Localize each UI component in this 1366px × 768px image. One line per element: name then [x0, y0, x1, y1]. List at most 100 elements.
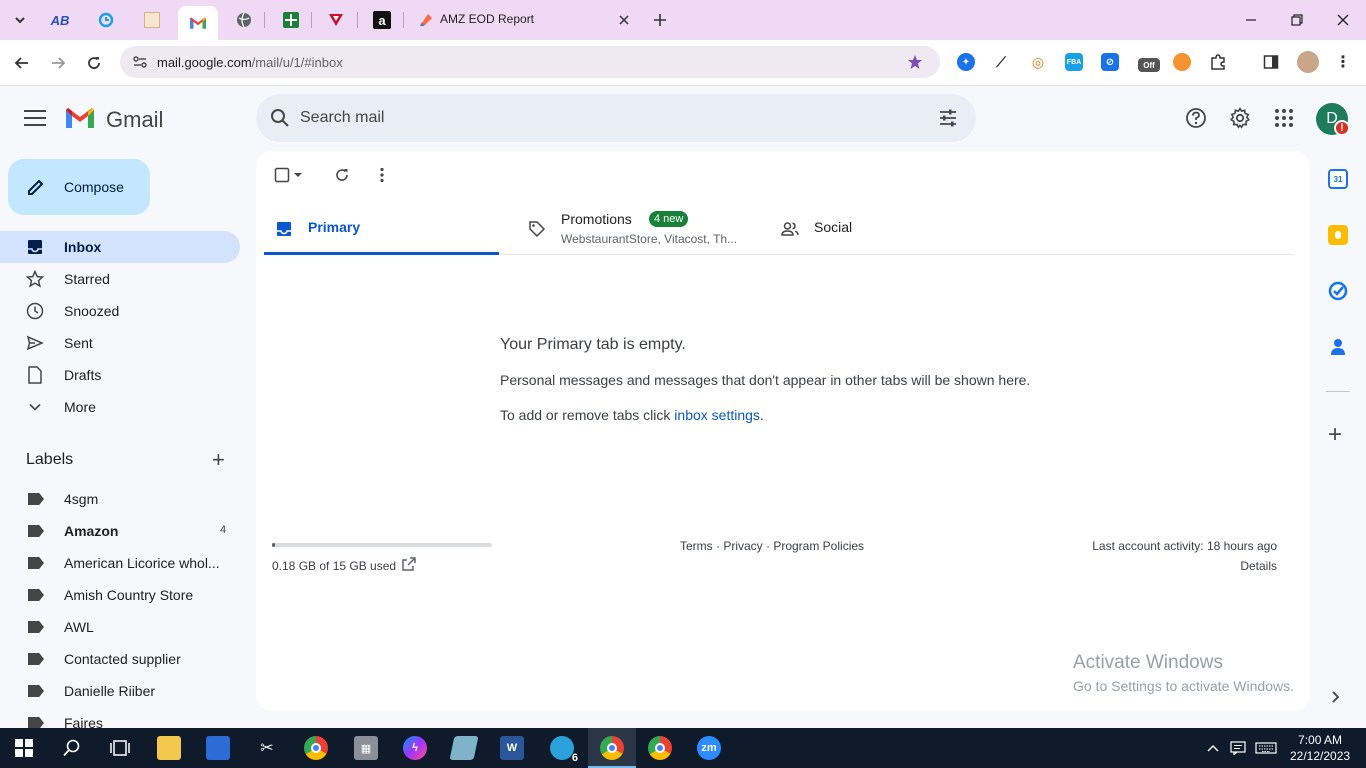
notification-message-icon[interactable] — [1228, 736, 1248, 760]
extension-swirl-icon[interactable]: ◎ — [1029, 53, 1047, 71]
tab-vee-icon[interactable] — [324, 8, 348, 32]
label-item[interactable]: Faires — [0, 707, 240, 728]
tab-ab-icon[interactable]: AB — [48, 8, 72, 32]
taskbar-snip-icon[interactable]: ✂ — [255, 736, 279, 760]
label-item[interactable]: 4sgm — [0, 483, 240, 515]
taskbar-app-window-icon[interactable] — [206, 736, 230, 760]
sidebar-item-sent[interactable]: Sent — [0, 327, 240, 359]
file-explorer-icon[interactable] — [157, 736, 181, 760]
back-button[interactable] — [10, 51, 34, 75]
tray-chevron-up-icon[interactable] — [1204, 736, 1222, 760]
contacts-app-icon[interactable] — [1328, 337, 1348, 357]
label-item[interactable]: Contacted supplier — [0, 643, 240, 675]
compose-button[interactable]: Compose — [8, 159, 150, 215]
tab-globe-icon[interactable] — [232, 8, 256, 32]
activity-details-link[interactable]: Details — [1240, 559, 1277, 573]
label-item[interactable]: Danielle Riiber — [0, 675, 240, 707]
bookmark-star-icon[interactable] — [907, 54, 923, 70]
calendar-app-icon[interactable]: 31 — [1328, 169, 1348, 189]
forward-button[interactable] — [46, 51, 70, 75]
keep-app-icon[interactable] — [1328, 225, 1348, 245]
select-all-checkbox[interactable] — [272, 165, 292, 185]
label-item[interactable]: Amazon 4 — [0, 515, 240, 547]
extension-off-badge[interactable]: Off — [1138, 58, 1160, 72]
chrome-profile-2-icon[interactable] — [648, 736, 672, 760]
extension-pen-icon[interactable]: ⟋ — [992, 53, 1010, 71]
minimize-button[interactable] — [1236, 8, 1266, 32]
gmail-logo-text[interactable]: Gmail — [106, 107, 163, 133]
sidebar-item-drafts[interactable]: Drafts — [0, 359, 240, 391]
support-icon[interactable] — [1184, 106, 1208, 130]
search-options-icon[interactable] — [938, 108, 958, 128]
chrome-icon[interactable] — [304, 736, 328, 760]
taskbar-crystal-icon[interactable] — [449, 736, 479, 760]
tab-search-button[interactable] — [8, 8, 32, 32]
people-icon — [780, 219, 800, 239]
label-item[interactable]: American Licorice whol... — [0, 547, 240, 579]
label-item[interactable]: AWL — [0, 611, 240, 643]
label-name: Amish Country Store — [64, 587, 194, 603]
sidebar-item-starred[interactable]: Starred — [0, 263, 240, 295]
arrow-right-icon — [52, 57, 66, 69]
tab-report-icon[interactable] — [414, 8, 438, 32]
tab-close-button[interactable] — [612, 8, 636, 32]
tab-gmail[interactable] — [178, 6, 218, 40]
sidebar-item-snoozed[interactable]: Snoozed — [0, 295, 240, 327]
tab-title[interactable]: AMZ EOD Report — [440, 12, 534, 26]
url-text[interactable]: mail.google.com/mail/u/1/#inbox — [157, 55, 343, 70]
tab-promotions[interactable]: Promotions 4 new WebstaurantStore, Vitac… — [517, 203, 757, 255]
clock-date: 22/12/2023 — [1290, 749, 1351, 763]
extensions-puzzle-icon[interactable] — [1209, 53, 1227, 71]
apps-grid-icon[interactable] — [1272, 106, 1296, 130]
task-view-button[interactable] — [108, 736, 132, 760]
tab-document-icon[interactable] — [140, 8, 164, 32]
refresh-button[interactable] — [332, 165, 352, 185]
sidebar-item-more[interactable]: More — [0, 391, 240, 423]
settings-gear-icon[interactable] — [1228, 106, 1252, 130]
select-menu-button[interactable] — [292, 165, 304, 185]
label-item[interactable]: Amish Country Store — [0, 579, 240, 611]
extension-fba-icon[interactable]: FBA — [1065, 53, 1083, 71]
new-tab-button[interactable] — [648, 8, 672, 32]
tab-social[interactable]: Social — [770, 203, 970, 255]
system-clock[interactable]: 7:00 AM 22/12/2023 — [1290, 732, 1350, 764]
reload-button[interactable] — [82, 51, 106, 75]
sidebar-item-inbox[interactable]: Inbox — [0, 231, 240, 263]
tab-sheets-icon[interactable] — [279, 8, 303, 32]
word-icon[interactable]: W — [500, 736, 524, 760]
extension-circle-icon[interactable] — [1173, 53, 1191, 71]
extension-helper-icon[interactable]: ✦ — [957, 53, 975, 71]
chrome-profile-icon[interactable] — [600, 736, 624, 760]
search-icon[interactable] — [270, 108, 290, 128]
address-bar[interactable]: mail.google.com/mail/u/1/#inbox — [120, 46, 940, 78]
zoom-icon[interactable]: zm — [697, 736, 721, 760]
footer-links[interactable]: Terms · Privacy · Program Policies — [680, 539, 864, 553]
side-panel-icon[interactable] — [1262, 53, 1280, 71]
create-label-button[interactable]: + — [212, 449, 225, 471]
messenger-icon[interactable]: ϟ — [403, 736, 427, 760]
tasks-app-icon[interactable] — [1328, 281, 1348, 301]
inbox-settings-link[interactable]: inbox settings — [674, 407, 760, 423]
main-menu-icon[interactable] — [24, 110, 46, 126]
tab-amazon-icon[interactable]: a — [370, 8, 394, 32]
extension-link-icon[interactable]: ⊘ — [1101, 53, 1119, 71]
label-icon — [28, 557, 44, 569]
telegram-icon[interactable]: 6 — [550, 736, 578, 764]
keyboard-icon[interactable] — [1254, 736, 1278, 760]
search-bar[interactable]: Search mail — [256, 94, 976, 142]
tab-primary[interactable]: Primary — [264, 203, 499, 255]
site-settings-icon[interactable] — [132, 54, 148, 70]
calculator-icon[interactable]: ▦ — [354, 736, 378, 760]
profile-avatar-icon[interactable] — [1297, 51, 1319, 73]
side-panel-toggle[interactable] — [1331, 690, 1341, 708]
chrome-menu-icon[interactable]: ⋮ — [1334, 53, 1352, 71]
restore-button[interactable] — [1282, 8, 1312, 32]
open-in-new-icon[interactable] — [401, 556, 417, 572]
search-input[interactable]: Search mail — [300, 109, 384, 127]
taskbar-search-button[interactable] — [60, 736, 84, 760]
start-button[interactable] — [12, 736, 36, 760]
window-close-button[interactable] — [1328, 8, 1358, 32]
more-options-icon[interactable] — [372, 165, 392, 185]
tab-refresh-ext-icon[interactable] — [94, 8, 118, 32]
get-addons-button[interactable]: + — [1328, 423, 1342, 447]
